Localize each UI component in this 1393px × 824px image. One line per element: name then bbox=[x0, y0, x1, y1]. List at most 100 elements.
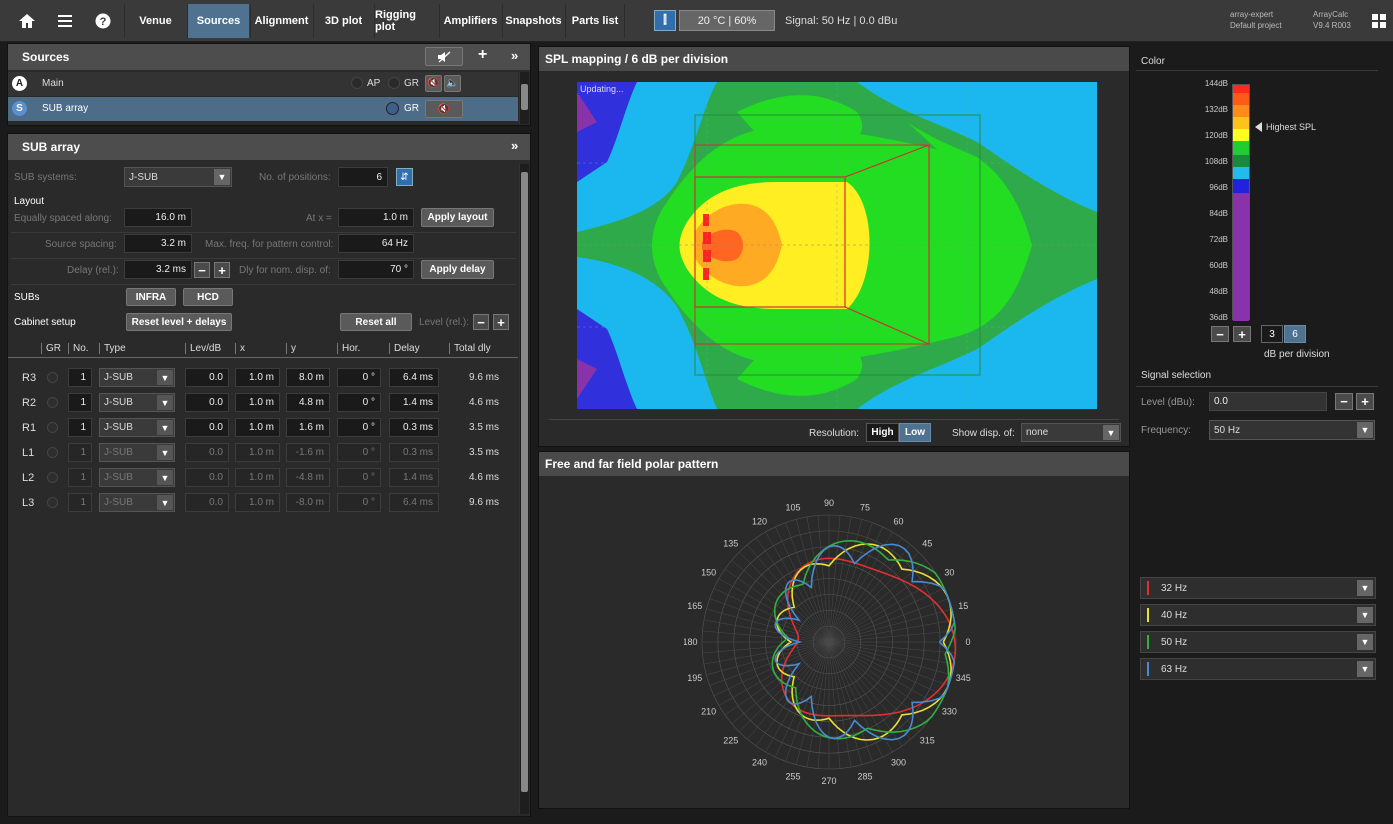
db-minus-button[interactable]: − bbox=[1211, 326, 1229, 342]
no-field[interactable]: 1 bbox=[68, 393, 92, 412]
db-plus-button[interactable]: + bbox=[1233, 326, 1251, 342]
positions-field[interactable]: 6 bbox=[338, 167, 388, 187]
hor-field[interactable]: 0 ° bbox=[337, 368, 381, 387]
gr-toggle[interactable] bbox=[47, 472, 58, 483]
atx-field[interactable]: 1.0 m bbox=[338, 208, 414, 227]
reset-all-button[interactable]: Reset all bbox=[340, 313, 412, 331]
level-field[interactable]: 0.0 bbox=[185, 418, 229, 437]
spl-map[interactable] bbox=[577, 82, 1097, 409]
gr-toggle[interactable] bbox=[47, 497, 58, 508]
table-row[interactable]: L3 1 J-SUB ▼ 0.0 1.0 m -8.0 m 0 ° 6.4 ms 9.6 ms bbox=[8, 492, 518, 514]
hor-field[interactable]: 0 ° bbox=[337, 393, 381, 412]
apply-delay-button[interactable]: Apply delay bbox=[421, 260, 494, 279]
dly-field[interactable]: 70 ° bbox=[338, 260, 414, 279]
level-plus-button[interactable]: + bbox=[493, 314, 509, 330]
level-dbu-plus-button[interactable]: + bbox=[1356, 393, 1374, 410]
help-icon[interactable]: ? bbox=[84, 0, 122, 42]
tab-3d-plot[interactable]: 3D plot bbox=[313, 4, 373, 38]
table-row[interactable]: L1 1 J-SUB ▼ 0.0 1.0 m -1.6 m 0 ° 0.3 ms 3.5 ms bbox=[8, 442, 518, 464]
grid-icon[interactable] bbox=[1372, 14, 1386, 31]
temperature-display[interactable]: 20 °C | 60% bbox=[679, 10, 775, 31]
spacing-field[interactable]: 3.2 m bbox=[124, 234, 192, 253]
source-row-sub-array[interactable]: S SUB array GR 🔇 bbox=[8, 97, 518, 121]
no-field[interactable]: 1 bbox=[68, 418, 92, 437]
table-row[interactable]: R3 1 J-SUB ▼ 0.0 1.0 m 8.0 m 0 ° 6.4 ms 9.6 ms bbox=[8, 367, 518, 389]
frequency-curve-selector[interactable]: 63 Hz ▼ bbox=[1140, 658, 1376, 680]
tab-venue[interactable]: Venue bbox=[124, 4, 186, 38]
frequency-curve-selector[interactable]: 50 Hz ▼ bbox=[1140, 631, 1376, 653]
db-div-3-option[interactable]: 3 bbox=[1261, 325, 1283, 343]
no-field[interactable]: 1 bbox=[68, 443, 92, 462]
spaced-field[interactable]: 16.0 m bbox=[124, 208, 192, 227]
table-row[interactable]: R2 1 J-SUB ▼ 0.0 1.0 m 4.8 m 0 ° 1.4 ms 4.6 ms bbox=[8, 392, 518, 414]
table-row[interactable]: L2 1 J-SUB ▼ 0.0 1.0 m -4.8 m 0 ° 1.4 ms 4.6 ms bbox=[8, 467, 518, 489]
reset-level-delays-button[interactable]: Reset level + delays bbox=[126, 313, 232, 331]
collapse-sources-button[interactable]: » bbox=[511, 48, 518, 63]
mute-icon[interactable]: 🔇 bbox=[425, 100, 463, 118]
gr-toggle[interactable] bbox=[47, 422, 58, 433]
hor-field[interactable]: 0 ° bbox=[337, 493, 381, 512]
tab-sources[interactable]: Sources bbox=[187, 4, 249, 38]
level-field[interactable]: 0.0 bbox=[185, 368, 229, 387]
level-dbu-field[interactable]: 0.0 bbox=[1209, 392, 1327, 411]
y-field[interactable]: 4.8 m bbox=[286, 393, 330, 412]
x-field[interactable]: 1.0 m bbox=[235, 443, 280, 462]
y-field[interactable]: -1.6 m bbox=[286, 443, 330, 462]
type-dropdown[interactable]: J-SUB ▼ bbox=[99, 418, 175, 437]
gr-toggle[interactable] bbox=[388, 77, 400, 89]
show-disp-dropdown[interactable]: none ▼ bbox=[1021, 423, 1121, 442]
apply-layout-button[interactable]: Apply layout bbox=[421, 208, 494, 227]
tab-alignment[interactable]: Alignment bbox=[250, 4, 312, 38]
delay-field[interactable]: 3.2 ms bbox=[124, 260, 192, 279]
level-dbu-minus-button[interactable]: − bbox=[1335, 393, 1353, 410]
link-icon[interactable]: ⇵ bbox=[396, 168, 413, 186]
level-field[interactable]: 0.0 bbox=[185, 468, 229, 487]
sources-scrollbar[interactable] bbox=[519, 72, 529, 124]
x-field[interactable]: 1.0 m bbox=[235, 418, 280, 437]
sub-scrollbar[interactable] bbox=[519, 164, 529, 814]
solo-icon[interactable]: 🔈 bbox=[444, 75, 461, 92]
menu-icon[interactable] bbox=[46, 0, 84, 42]
tab-snapshots[interactable]: Snapshots bbox=[502, 4, 564, 38]
tab-rigging-plot[interactable]: Rigging plot bbox=[374, 4, 438, 38]
delay-plus-button[interactable]: + bbox=[214, 262, 230, 278]
chevron-down-icon[interactable]: ▼ bbox=[1357, 634, 1373, 650]
frequency-dropdown[interactable]: 50 Hz ▼ bbox=[1209, 420, 1375, 440]
resolution-high-button[interactable]: High bbox=[866, 423, 899, 442]
mute-button[interactable] bbox=[425, 47, 463, 66]
frequency-curve-selector[interactable]: 32 Hz ▼ bbox=[1140, 577, 1376, 599]
ap-toggle[interactable] bbox=[351, 77, 363, 89]
hor-field[interactable]: 0 ° bbox=[337, 418, 381, 437]
hcd-button[interactable]: HCD bbox=[183, 288, 233, 306]
gr-toggle[interactable] bbox=[47, 447, 58, 458]
db-div-6-option[interactable]: 6 bbox=[1284, 325, 1306, 343]
gr-toggle[interactable] bbox=[386, 102, 399, 115]
delay-field[interactable]: 0.3 ms bbox=[389, 418, 439, 437]
y-field[interactable]: 8.0 m bbox=[286, 368, 330, 387]
home-icon[interactable] bbox=[8, 0, 46, 42]
table-row[interactable]: R1 1 J-SUB ▼ 0.0 1.0 m 1.6 m 0 ° 0.3 ms 3.5 ms bbox=[8, 417, 518, 439]
chevron-down-icon[interactable]: ▼ bbox=[1357, 607, 1373, 623]
x-field[interactable]: 1.0 m bbox=[235, 468, 280, 487]
level-field[interactable]: 0.0 bbox=[185, 493, 229, 512]
type-dropdown[interactable]: J-SUB ▼ bbox=[99, 468, 175, 487]
collapse-sub-button[interactable]: » bbox=[511, 138, 518, 153]
x-field[interactable]: 1.0 m bbox=[235, 493, 280, 512]
no-field[interactable]: 1 bbox=[68, 468, 92, 487]
delay-field[interactable]: 0.3 ms bbox=[389, 443, 439, 462]
chevron-down-icon[interactable]: ▼ bbox=[1357, 580, 1373, 596]
y-field[interactable]: -4.8 m bbox=[286, 468, 330, 487]
type-dropdown[interactable]: J-SUB ▼ bbox=[99, 443, 175, 462]
no-field[interactable]: 1 bbox=[68, 493, 92, 512]
y-field[interactable]: 1.6 m bbox=[286, 418, 330, 437]
delay-field[interactable]: 6.4 ms bbox=[389, 493, 439, 512]
type-dropdown[interactable]: J-SUB ▼ bbox=[99, 393, 175, 412]
infra-button[interactable]: INFRA bbox=[126, 288, 176, 306]
source-row-main[interactable]: A Main AP GR 🔇 🔈 bbox=[8, 72, 518, 96]
thermometer-icon[interactable]: ⫿ bbox=[654, 10, 676, 31]
gr-toggle[interactable] bbox=[47, 372, 58, 383]
add-source-button[interactable]: + bbox=[478, 46, 487, 64]
mute-icon[interactable]: 🔇 bbox=[425, 75, 442, 92]
delay-field[interactable]: 1.4 ms bbox=[389, 393, 439, 412]
frequency-curve-selector[interactable]: 40 Hz ▼ bbox=[1140, 604, 1376, 626]
